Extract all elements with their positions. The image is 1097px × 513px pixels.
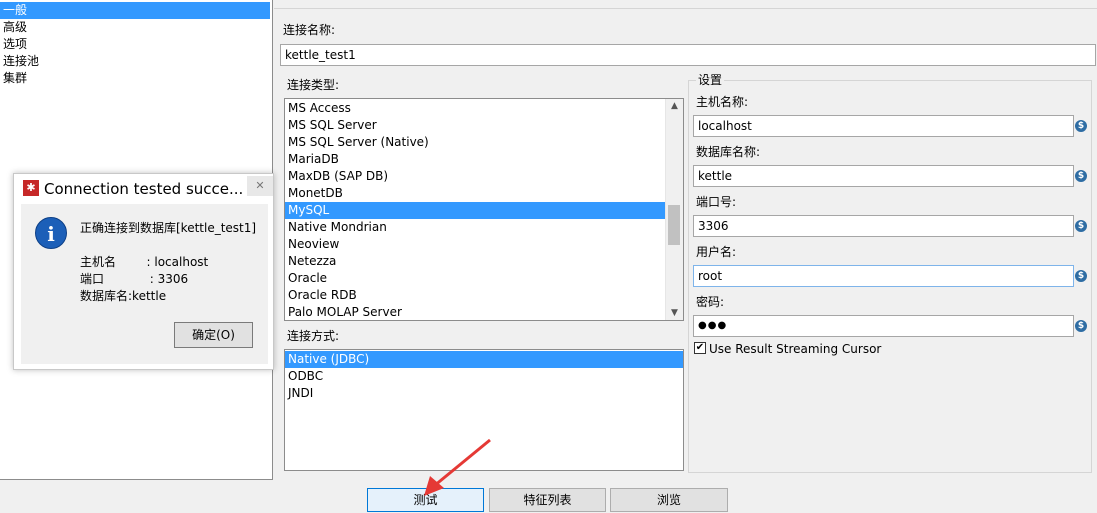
variable-icon[interactable]: $ [1075,220,1087,232]
username-label: 用户名: [696,245,737,259]
port-label: 端口号: [696,195,737,209]
info-icon: i [35,217,67,249]
streaming-checkbox[interactable]: ✔ [694,342,706,354]
variable-icon[interactable]: $ [1075,270,1087,282]
nav-item-advanced[interactable]: 高级 [0,19,270,36]
variable-icon[interactable]: $ [1075,320,1087,332]
database-input[interactable]: kettle [693,165,1074,187]
nav-item-options[interactable]: 选项 [0,36,270,53]
list-item[interactable]: MariaDB [285,151,683,168]
close-icon[interactable]: ✕ [247,176,273,196]
list-item[interactable]: MonetDB [285,185,683,202]
host-label: 主机名称: [696,95,749,109]
dialog-body: i 正确连接到数据库[kettle_test1] 主机名 : localhost… [21,204,268,364]
list-item[interactable]: MS Access [285,100,683,117]
list-item[interactable]: Native Mondrian [285,219,683,236]
host-input[interactable]: localhost [693,115,1074,137]
scroll-thumb[interactable] [668,205,680,245]
connection-name-input[interactable]: kettle_test1 [280,44,1096,66]
password-input[interactable]: ●●● [693,315,1074,337]
nav-item-cluster[interactable]: 集群 [0,70,270,87]
top-divider [274,8,1097,9]
variable-icon[interactable]: $ [1075,170,1087,182]
dialog-port-line: 端口 : 3306 [80,272,189,286]
dialog-database-line: 数据库名:kettle [80,289,167,303]
browse-button[interactable]: 浏览 [610,488,728,512]
database-label: 数据库名称: [696,145,761,159]
list-item[interactable]: JNDI [285,385,683,402]
dialog-title: Connection tested succe... [44,180,244,198]
list-item[interactable]: Oracle RDB [285,287,683,304]
list-item[interactable]: Palo MOLAP Server [285,304,683,320]
nav-item-general[interactable]: 一般 [0,2,270,19]
dialog-message: 正确连接到数据库[kettle_test1] [80,221,257,235]
list-item[interactable]: MS SQL Server (Native) [285,134,683,151]
settings-title: 设置 [696,72,725,88]
username-input[interactable]: root [693,265,1074,287]
scroll-up-icon[interactable]: ▲ [666,99,683,113]
list-item-selected[interactable]: MySQL [285,202,665,219]
list-item[interactable]: ODBC [285,368,683,385]
list-item[interactable]: Neoview [285,236,683,253]
connection-name-label: 连接名称: [283,23,336,37]
list-item-selected[interactable]: Native (JDBC) [285,351,683,368]
dialog-titlebar: ✱ Connection tested succe... ✕ [14,174,273,202]
nav-item-pooling[interactable]: 连接池 [0,53,270,70]
connection-type-label: 连接类型: [287,78,340,92]
variable-icon[interactable]: $ [1075,120,1087,132]
access-method-label: 连接方式: [287,329,340,343]
app-icon: ✱ [23,180,39,196]
scroll-down-icon[interactable]: ▼ [666,306,683,320]
port-input[interactable]: 3306 [693,215,1074,237]
streaming-label: Use Result Streaming Cursor [709,342,882,356]
connection-tested-dialog: ✱ Connection tested succe... ✕ i 正确连接到数据… [13,173,274,370]
list-item[interactable]: Oracle [285,270,683,287]
scrollbar[interactable]: ▲ ▼ [665,99,683,320]
annotation-arrow-icon [424,438,491,496]
list-item[interactable]: MS SQL Server [285,117,683,134]
password-label: 密码: [696,295,725,309]
connection-type-list[interactable]: MS Access MS SQL Server MS SQL Server (N… [284,98,684,321]
feature-list-button[interactable]: 特征列表 [489,488,606,512]
ok-button[interactable]: 确定(O) [174,322,253,348]
list-item[interactable]: MaxDB (SAP DB) [285,168,683,185]
dialog-host-line: 主机名 : localhost [80,255,209,269]
list-item[interactable]: Netezza [285,253,683,270]
